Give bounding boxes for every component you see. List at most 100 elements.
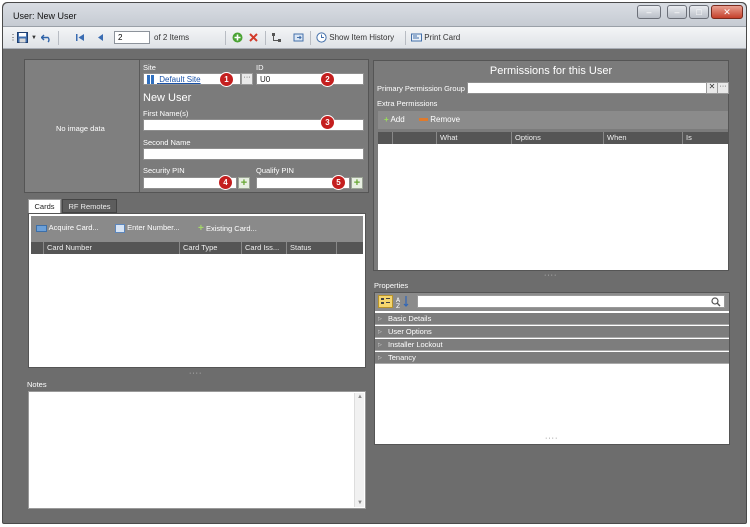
alphabetical-sort-button[interactable]: AZ (396, 295, 411, 310)
delete-record-button[interactable] (248, 31, 259, 45)
permissions-toolbar: + Add Remove (378, 111, 728, 129)
first-record-button[interactable] (75, 31, 86, 45)
export-button[interactable] (293, 31, 304, 45)
property-group-user-options[interactable]: User Options (375, 326, 729, 338)
column-what[interactable]: What (436, 132, 511, 144)
minimize-button[interactable]: – (637, 5, 661, 19)
id-input[interactable] (256, 73, 364, 85)
primary-permission-browse-button[interactable]: ··· (717, 82, 729, 94)
cards-grid-header: Card Number Card Type Card Iss... Status (31, 242, 363, 254)
scroll-up-icon[interactable]: ▲ (357, 394, 363, 400)
properties-splitter-grip[interactable]: ···· (545, 435, 558, 442)
column-card-issue[interactable]: Card Iss... (241, 242, 286, 254)
export-icon (293, 33, 304, 42)
add-plus-icon: + (384, 115, 389, 124)
security-pin-generate-button[interactable]: + (238, 177, 250, 189)
properties-label: Properties (374, 281, 409, 290)
hierarchy-icon (272, 33, 281, 43)
properties-panel: AZ Basic Details User Options Installer … (374, 292, 730, 445)
user-name-heading: New User (143, 92, 192, 104)
title-bar: User: New User – – □ ✕ (3, 3, 746, 27)
record-count-label: of 2 Items (154, 33, 190, 42)
show-item-history-button[interactable]: Show Item History (316, 31, 394, 45)
categorized-view-button[interactable] (378, 295, 393, 308)
permissions-splitter-grip[interactable]: ···· (544, 272, 557, 279)
existing-card-button[interactable]: + Existing Card... (198, 223, 257, 234)
property-group-tenancy[interactable]: Tenancy (375, 352, 729, 364)
callout-4: 4 (218, 175, 233, 190)
qualify-pin-label: Qualify PIN (256, 166, 294, 175)
print-card-button[interactable]: Print Card (411, 31, 460, 45)
acquire-card-button[interactable]: Acquire Card... (36, 223, 99, 232)
qualify-pin-generate-button[interactable]: + (351, 177, 363, 189)
permissions-title: Permissions for this User (489, 65, 613, 77)
site-link[interactable]: Default Site (159, 75, 200, 84)
column-status[interactable]: Status (286, 242, 336, 254)
notes-scrollbar[interactable]: ▲ ▼ (354, 393, 364, 507)
column-when[interactable]: When (603, 132, 682, 144)
properties-search-input[interactable] (417, 295, 725, 308)
second-name-input[interactable] (143, 148, 364, 160)
column-extra[interactable] (336, 242, 363, 254)
hierarchy-button[interactable] (271, 31, 282, 45)
column-options[interactable]: Options (511, 132, 603, 144)
existing-card-label: Existing Card... (205, 224, 257, 233)
delete-icon (249, 33, 258, 43)
record-number-input[interactable] (114, 31, 150, 44)
callout-1: 1 (219, 72, 234, 87)
keypad-icon (115, 223, 125, 233)
id-label: ID (256, 63, 264, 72)
window-title: User: New User (13, 11, 77, 21)
close-button[interactable]: ✕ (711, 5, 743, 19)
add-record-button[interactable] (232, 31, 243, 45)
cards-toolbar: Acquire Card... Enter Number... + Existi… (31, 216, 363, 242)
column-is[interactable]: Is (682, 132, 728, 144)
cards-tab-panel: Acquire Card... Enter Number... + Existi… (28, 213, 366, 368)
add-permission-button[interactable]: + Add (384, 115, 405, 124)
column-card-type[interactable]: Card Type (179, 242, 241, 254)
cards-grid-body[interactable] (31, 254, 363, 364)
maximize-button[interactable]: □ (689, 5, 709, 19)
permissions-grid-body[interactable] (378, 144, 728, 270)
history-clock-icon (316, 32, 327, 43)
show-item-history-label: Show Item History (329, 33, 395, 42)
save-dropdown-icon[interactable]: ▼ (31, 31, 37, 45)
first-name-label: First Name(s) (143, 109, 189, 118)
user-details-panel: No image data Site Default Site ··· ID N… (24, 59, 369, 193)
second-name-label: Second Name (143, 138, 191, 147)
sort-az-icon: AZ (396, 296, 409, 310)
minimize-button-2[interactable]: – (667, 5, 687, 19)
undo-button[interactable] (41, 31, 52, 45)
categorized-icon (381, 298, 390, 304)
site-browse-button[interactable]: ··· (241, 73, 253, 85)
cards-splitter-grip[interactable]: ···· (189, 370, 202, 377)
cards-tab-strip: Cards RF Remotes (28, 199, 368, 213)
existing-card-plus-icon: + (198, 223, 204, 234)
callout-5: 5 (331, 175, 346, 190)
site-icon (147, 75, 154, 85)
property-group-installer-lockout[interactable]: Installer Lockout (375, 339, 729, 351)
acquire-card-label: Acquire Card... (48, 223, 99, 232)
notes-textarea[interactable]: ▲ ▼ (28, 391, 366, 509)
card-reader-icon (36, 224, 47, 232)
save-button[interactable] (17, 31, 28, 45)
callout-3: 3 (320, 115, 335, 130)
tab-cards[interactable]: Cards (28, 199, 61, 213)
enter-number-button[interactable]: Enter Number... (115, 223, 180, 233)
column-card-number[interactable]: Card Number (43, 242, 179, 254)
previous-record-button[interactable] (95, 31, 106, 45)
column-blank[interactable] (392, 132, 436, 144)
properties-toolbar: AZ (375, 293, 729, 311)
no-image-label: No image data (56, 124, 105, 133)
magnifier-icon[interactable] (711, 297, 721, 307)
photo-area[interactable]: No image data (25, 60, 140, 192)
remove-permission-button[interactable]: Remove (419, 115, 460, 124)
property-group-basic-details[interactable]: Basic Details (375, 313, 729, 325)
remove-minus-icon (419, 118, 428, 122)
print-card-label: Print Card (424, 33, 461, 42)
svg-text:Z: Z (396, 303, 400, 308)
tab-rf-remotes[interactable]: RF Remotes (62, 199, 117, 213)
scroll-down-icon[interactable]: ▼ (357, 500, 363, 506)
add-icon (232, 32, 243, 43)
primary-permission-field[interactable] (467, 82, 707, 94)
